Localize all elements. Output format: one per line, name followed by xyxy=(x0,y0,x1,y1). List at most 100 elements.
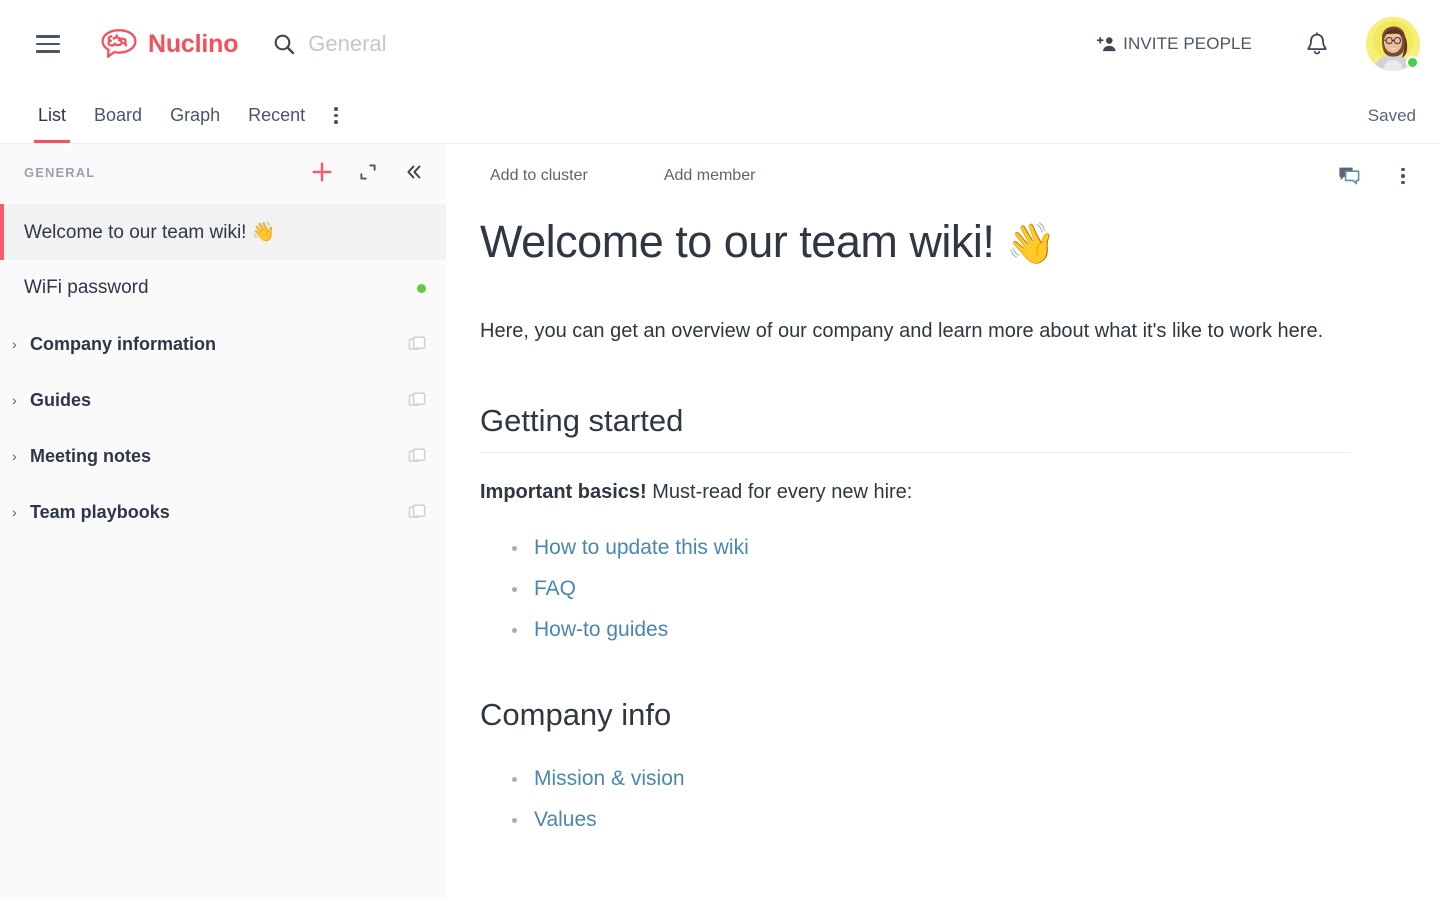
sidebar-item-label: Team playbooks xyxy=(30,501,170,522)
tab-label: Recent xyxy=(248,105,306,125)
hamburger-menu-icon[interactable] xyxy=(20,0,76,88)
stacked-pages-icon xyxy=(408,504,426,518)
comments-button[interactable] xyxy=(1336,163,1362,189)
company-info-link-list: Mission & vision Values xyxy=(480,759,1350,841)
add-item-button[interactable] xyxy=(310,160,334,184)
tabbar-more-button[interactable] xyxy=(319,88,353,143)
list-item: How to update this wiki xyxy=(512,528,1350,569)
search-input[interactable]: General xyxy=(272,31,1089,57)
green-dot-icon xyxy=(417,283,426,293)
invite-people-label: INVITE PEOPLE xyxy=(1123,34,1252,53)
document-body: Welcome to our team wiki! 👋 Here, you ca… xyxy=(446,208,1440,900)
hamburger-bar xyxy=(36,42,60,46)
sidebar-item-label: Welcome to our team wiki! 👋 xyxy=(24,222,276,243)
doc-link-faq[interactable]: FAQ xyxy=(534,577,576,600)
sidebar-nav-list: Welcome to our team wiki! 👋 WiFi passwor… xyxy=(0,200,446,900)
expand-sidebar-button[interactable] xyxy=(356,160,380,184)
stacked-pages-icon xyxy=(408,392,426,406)
more-vertical-icon xyxy=(334,107,338,124)
top-header: Nuclino General INVITE PEOPLE xyxy=(0,0,1440,88)
waving-hand-emoji-icon: 👋 xyxy=(1006,222,1056,266)
list-item: Values xyxy=(512,800,1350,841)
document-more-button[interactable] xyxy=(1390,163,1416,189)
sidebar-item-label: WiFi password xyxy=(24,277,149,298)
list-item: Mission & vision xyxy=(512,759,1350,800)
list-item: How-to guides xyxy=(512,610,1350,651)
tab-label: Graph xyxy=(170,105,221,125)
sidebar-item-welcome-to-our-team-wiki[interactable]: Welcome to our team wiki! 👋 xyxy=(0,204,446,260)
chevron-right-icon[interactable]: › xyxy=(12,337,26,351)
section-heading-getting-started: Getting started xyxy=(480,403,1350,453)
workspace-body: GENERAL Welcome to our team wiki! 👋 WiFi… xyxy=(0,144,1440,900)
sidebar-header-actions xyxy=(310,160,426,184)
sidebar-item-label: Company information xyxy=(30,333,217,354)
sidebar-item-label: Guides xyxy=(30,389,92,410)
document-pane: Add to cluster Add member Welcome to our… xyxy=(446,144,1440,900)
tab-label: Board xyxy=(94,105,143,125)
header-actions: INVITE PEOPLE xyxy=(1089,17,1420,71)
more-vertical-icon xyxy=(1401,167,1405,185)
tab-label: List xyxy=(38,105,67,125)
plus-icon xyxy=(312,162,332,182)
doc-link-how-to-update-this-wiki[interactable]: How to update this wiki xyxy=(534,536,749,559)
stacked-pages-icon xyxy=(408,336,426,350)
nuclino-brain-logo-icon xyxy=(101,29,137,58)
page-title: Welcome to our team wiki! 👋 xyxy=(480,216,1350,268)
save-status: Saved xyxy=(1367,105,1416,125)
search-icon xyxy=(274,34,295,55)
sidebar-item-label: Meeting notes xyxy=(30,445,152,466)
sidebar-item-badge xyxy=(408,391,426,409)
section-heading-company-info: Company info xyxy=(480,696,672,732)
page-title-text: Welcome to our team wiki! xyxy=(480,216,995,267)
sidebar-item-wifi-password[interactable]: WiFi password xyxy=(0,260,446,316)
user-avatar-button[interactable] xyxy=(1366,17,1420,71)
chevron-right-icon[interactable]: › xyxy=(12,449,26,463)
doc-link-how-to-guides[interactable]: How-to guides xyxy=(534,618,668,641)
add-to-cluster-button[interactable]: Add to cluster xyxy=(480,161,598,191)
getting-started-link-list: How to update this wiki FAQ How-to guide… xyxy=(480,528,1350,651)
sidebar-item-guides[interactable]: › Guides xyxy=(0,372,446,428)
view-tabbar: List Board Graph Recent Saved xyxy=(0,88,1440,144)
search-input-value: General xyxy=(308,31,387,56)
add-person-icon xyxy=(1097,36,1116,52)
tab-list[interactable]: List xyxy=(24,88,80,143)
doc-link-mission-and-vision[interactable]: Mission & vision xyxy=(534,767,685,790)
sidebar-item-badge xyxy=(408,503,426,521)
sidebar-item-badge xyxy=(408,447,426,465)
sidebar-title: GENERAL xyxy=(24,164,96,180)
sidebar-item-team-playbooks[interactable]: › Team playbooks xyxy=(0,484,446,540)
hamburger-bar xyxy=(36,50,60,53)
sidebar: GENERAL Welcome to our team wiki! 👋 WiFi… xyxy=(0,144,446,900)
brand-name: Nuclino xyxy=(148,29,239,58)
list-item: FAQ xyxy=(512,569,1350,610)
collapse-sidebar-button[interactable] xyxy=(402,160,426,184)
add-member-button[interactable]: Add member xyxy=(654,161,766,191)
tab-recent[interactable]: Recent xyxy=(234,88,319,143)
status-badge xyxy=(1406,56,1419,69)
intro-paragraph: Here, you can get an overview of our com… xyxy=(480,319,1324,342)
bell-icon xyxy=(1307,32,1327,55)
sidebar-item-company-information[interactable]: › Company information xyxy=(0,316,446,372)
invite-people-button[interactable]: INVITE PEOPLE xyxy=(1089,28,1260,60)
section-lead-text: Important basics! Must-read for every ne… xyxy=(480,481,1350,504)
stacked-pages-icon xyxy=(408,448,426,462)
document-toolbar: Add to cluster Add member xyxy=(446,144,1440,208)
chevron-right-icon[interactable]: › xyxy=(12,505,26,519)
double-chevron-left-icon xyxy=(407,165,421,179)
doc-link-values[interactable]: Values xyxy=(534,808,597,831)
notifications-button[interactable] xyxy=(1290,17,1344,71)
tab-graph[interactable]: Graph xyxy=(156,88,234,143)
hamburger-bar xyxy=(36,35,60,38)
section-lead-bold: Important basics! xyxy=(480,480,647,503)
brand-logo[interactable]: Nuclino xyxy=(99,27,238,61)
section-lead-rest: Must-read for every new hire: xyxy=(646,480,913,503)
comment-bubble-icon xyxy=(1339,167,1360,185)
sidebar-item-badge xyxy=(417,283,426,293)
document-toolbar-actions xyxy=(1336,163,1416,189)
expand-icon xyxy=(360,164,376,180)
sidebar-item-meeting-notes[interactable]: › Meeting notes xyxy=(0,428,446,484)
chevron-right-icon[interactable]: › xyxy=(12,393,26,407)
sidebar-item-badge xyxy=(408,335,426,353)
tab-board[interactable]: Board xyxy=(80,88,156,143)
sidebar-header: GENERAL xyxy=(0,144,446,200)
